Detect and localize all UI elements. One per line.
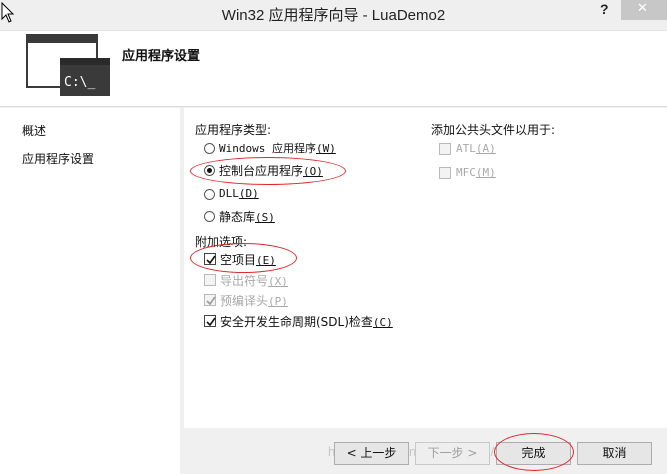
title-bar: Win32 应用程序向导 - LuaDemo2 ? ✕ (0, 0, 667, 31)
next-button[interactable]: 下一步 > (415, 442, 490, 465)
option-export-symbols: 导出符号(X) (220, 274, 288, 288)
wizard-nav: 概述 应用程序设置 (0, 108, 180, 474)
cancel-button[interactable]: 取消 (577, 442, 652, 465)
checkbox-sdl-checks[interactable] (204, 315, 216, 327)
page-title: 应用程序设置 (122, 49, 201, 64)
option-sdl-checks[interactable]: 安全开发生命周期(SDL)检查(C) (220, 313, 393, 330)
annotation-circle-empty-project (190, 243, 297, 273)
option-dll[interactable]: DLL(D) (219, 186, 259, 200)
window-title: Win32 应用程序向导 - LuaDemo2 (221, 7, 446, 24)
radio-static-lib[interactable] (204, 211, 215, 222)
prev-button[interactable]: < 上一步 (334, 442, 409, 465)
checkbox-precompiled-header[interactable] (204, 294, 216, 306)
close-icon: ✕ (637, 1, 648, 16)
option-static-lib[interactable]: 静态库(S) (219, 208, 275, 225)
option-mfc: MFC(M) (456, 166, 496, 179)
checkbox-mfc[interactable] (439, 167, 451, 179)
option-windows-app[interactable]: Windows 应用程序(W) (219, 140, 336, 156)
app-type-label: 应用程序类型: (195, 123, 272, 137)
radio-dll[interactable] (204, 189, 215, 200)
checkmark-icon (206, 317, 216, 327)
checkmark-icon (206, 296, 216, 306)
option-atl: ATL(A) (456, 142, 496, 155)
console-icon-text: C:\_ (64, 75, 95, 90)
checkbox-export-symbols[interactable] (204, 274, 216, 286)
option-precompiled-header: 预编译头(P) (220, 294, 288, 308)
annotation-circle-finish (494, 433, 574, 471)
annotation-circle-console-app (190, 157, 346, 185)
console-app-icon: C:\_ (26, 34, 110, 96)
checkbox-atl[interactable] (439, 143, 451, 155)
help-button[interactable]: ? (600, 1, 609, 17)
nav-item-app-settings[interactable]: 应用程序设置 (22, 150, 94, 167)
common-headers-label: 添加公共头文件以用于: (431, 123, 556, 137)
wizard-header: C:\_ 应用程序设置 (0, 31, 667, 107)
radio-windows-app[interactable] (204, 143, 215, 154)
close-button[interactable]: ✕ (621, 0, 667, 20)
nav-item-overview[interactable]: 概述 (22, 122, 46, 139)
